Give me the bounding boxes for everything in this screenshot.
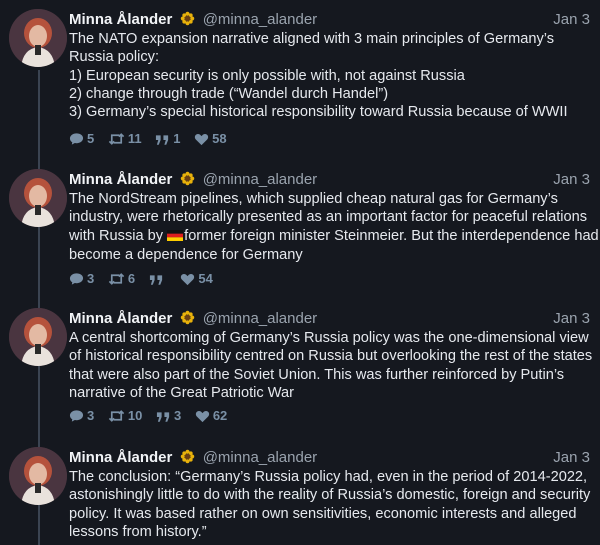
tweet-text: The NordStream pipelines, which supplied… — [69, 190, 599, 264]
tweet-date[interactable]: Jan 3 — [553, 309, 590, 329]
like-button[interactable]: 58 — [194, 130, 227, 148]
quote-icon — [149, 271, 167, 286]
like-count: 62 — [212, 408, 228, 423]
retweet-button[interactable]: 10 — [108, 407, 142, 425]
tweet-text-line: The NATO expansion narrative aligned wit… — [69, 31, 555, 66]
quote-count: 3 — [173, 408, 182, 423]
author-handle[interactable]: @minna_alander — [203, 171, 317, 188]
retweet-count: 11 — [127, 131, 142, 146]
author-handle[interactable]: @minna_alander — [203, 310, 317, 327]
tweet-actions: 3 6 54 — [69, 270, 223, 288]
like-button[interactable]: 62 — [195, 407, 227, 425]
author-name[interactable]: Minna Ålander — [69, 310, 172, 327]
tweet[interactable]: Minna Ålander @minna_alander Jan 3 The N… — [0, 0, 600, 160]
retweet-count: 10 — [127, 408, 143, 423]
author-handle[interactable]: @minna_alander — [203, 449, 317, 466]
quote-icon — [156, 408, 174, 423]
tweet[interactable]: Minna Ålander @minna_alander Jan 3 The N… — [0, 160, 600, 300]
reply-count: 3 — [87, 271, 95, 286]
author-name[interactable]: Minna Ålander — [69, 11, 172, 28]
sunflower-badge-icon — [180, 449, 195, 470]
like-button[interactable]: 54 — [180, 270, 213, 288]
retweet-icon — [108, 271, 128, 286]
reply-button[interactable]: 3 — [69, 407, 94, 425]
reply-count: 5 — [87, 131, 95, 146]
author-name[interactable]: Minna Ålander — [69, 171, 172, 188]
retweet-icon — [108, 408, 128, 423]
avatar[interactable] — [9, 308, 67, 366]
sunflower-badge-icon — [180, 171, 195, 192]
reply-icon — [69, 271, 87, 286]
like-count: 58 — [212, 131, 227, 146]
tweet-actions: 5 11 1 58 — [69, 130, 237, 148]
reply-icon — [69, 131, 87, 146]
avatar[interactable] — [9, 169, 67, 227]
tweet-text-line: 3) Germany’s special historical responsi… — [69, 104, 568, 121]
tweet-date[interactable]: Jan 3 — [553, 170, 590, 190]
like-icon — [180, 271, 198, 286]
reply-button[interactable]: 5 — [69, 130, 94, 148]
reply-button[interactable]: 3 — [69, 270, 94, 288]
like-icon — [195, 408, 213, 423]
avatar[interactable] — [9, 447, 67, 505]
quote-button[interactable]: 3 — [156, 407, 181, 425]
quote-icon — [155, 131, 173, 146]
retweet-count: 6 — [127, 271, 136, 286]
quote-count: 1 — [173, 131, 181, 146]
retweet-icon — [108, 131, 128, 146]
reply-icon — [69, 408, 87, 423]
like-count: 54 — [198, 271, 213, 286]
author-handle[interactable]: @minna_alander — [203, 11, 317, 28]
avatar[interactable] — [9, 9, 67, 67]
tweet-text-line: 2) change through trade (“Wandel durch H… — [69, 85, 389, 102]
tweet-date[interactable]: Jan 3 — [553, 448, 590, 468]
tweet[interactable]: Minna Ålander @minna_alander Jan 3 The c… — [0, 438, 600, 545]
sunflower-badge-icon — [180, 310, 195, 331]
like-icon — [194, 131, 212, 146]
tweet[interactable]: Minna Ålander @minna_alander Jan 3 A cen… — [0, 299, 600, 439]
tweet-text-line: 1) European security is only possible wi… — [69, 67, 465, 84]
tweet-text: The NATO expansion narrative aligned wit… — [69, 30, 599, 121]
author-name[interactable]: Minna Ålander — [69, 449, 172, 466]
tweet-actions: 3 10 3 62 — [69, 407, 237, 425]
retweet-button[interactable]: 11 — [108, 130, 142, 148]
tweet-text: The conclusion: “Germany’s Russia policy… — [69, 469, 591, 540]
tweet-date[interactable]: Jan 3 — [553, 10, 590, 30]
tweet-text: A central shortcoming of Germany’s Russi… — [69, 330, 593, 401]
reply-count: 3 — [87, 408, 95, 423]
quote-button[interactable] — [149, 270, 167, 288]
quote-button[interactable]: 1 — [155, 130, 180, 148]
retweet-button[interactable]: 6 — [108, 270, 135, 288]
sunflower-badge-icon — [180, 11, 195, 32]
german-flag-icon — [167, 228, 184, 246]
